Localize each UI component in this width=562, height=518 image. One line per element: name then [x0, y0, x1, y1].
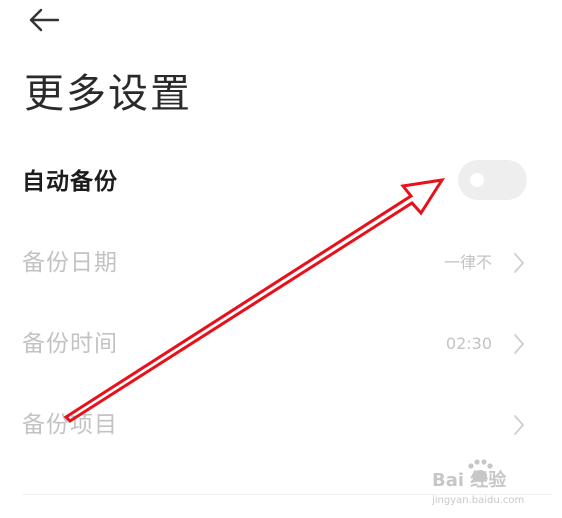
auto-backup-toggle[interactable] — [458, 160, 527, 200]
back-button[interactable] — [26, 4, 66, 36]
arrow-left-icon — [29, 8, 60, 32]
auto-backup-label: 自动备份 — [22, 169, 118, 195]
backup-date-label: 备份日期 — [22, 250, 118, 276]
chevron-right-icon — [514, 334, 524, 354]
backup-time-value: 02:30 — [445, 334, 492, 353]
settings-row-backup-date[interactable]: 备份日期 一律不 — [0, 233, 562, 293]
chevron-right-icon — [514, 253, 524, 273]
watermark: Bai 经验 jingyan.baidu.com — [420, 456, 540, 508]
watermark-text: Bai 经验 — [432, 469, 507, 491]
settings-row-backup-items[interactable]: 备份项目 — [0, 395, 562, 455]
toggle-knob — [470, 173, 484, 187]
more-settings-screen: 更多设置 自动备份 备份日期 一律不 备份时间 02:30 备份项目 Bai 经… — [0, 0, 562, 518]
backup-time-label: 备份时间 — [22, 331, 118, 357]
backup-date-value: 一律不 — [443, 253, 492, 272]
page-title: 更多设置 — [24, 71, 192, 117]
paw-logo-icon: Bai 经验 jingyan.baidu.com — [431, 459, 524, 506]
backup-items-label: 备份项目 — [22, 412, 118, 438]
settings-row-backup-time[interactable]: 备份时间 02:30 — [0, 314, 562, 374]
watermark-url: jingyan.baidu.com — [431, 495, 524, 506]
chevron-right-icon — [514, 415, 524, 435]
